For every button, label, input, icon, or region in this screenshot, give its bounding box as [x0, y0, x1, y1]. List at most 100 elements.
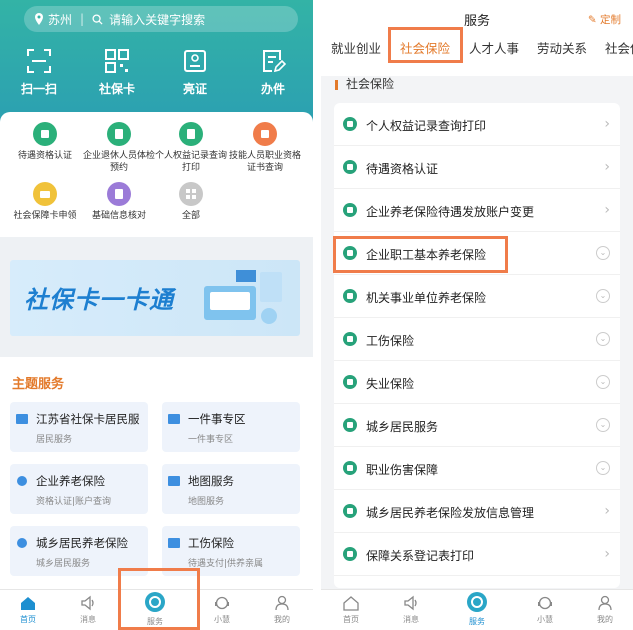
theme-card-name: 江苏省社保卡居民服 — [36, 412, 140, 426]
service-item-icon — [343, 117, 357, 131]
speaker-icon — [404, 595, 417, 611]
nav-messages[interactable]: 消息 — [68, 595, 108, 625]
city-label[interactable]: 苏州 — [48, 11, 72, 28]
theme-card-sub: 居民服务 — [36, 435, 73, 445]
list-item[interactable]: 失业保险 ⌄ — [334, 361, 620, 404]
theme-card-name: 工伤保险 — [188, 536, 234, 550]
list-item-label: 企业养老保险待遇发放账户变更 — [366, 205, 535, 219]
nav-assistant[interactable]: 小慧 — [202, 595, 242, 625]
show-id-label: 亮证 — [182, 82, 207, 96]
theme-services: 主题服务 江苏省社保卡居民服 居民服务 一件事专区 一件事专区 企业养老保险 资… — [0, 357, 313, 589]
more-icon — [179, 182, 203, 206]
bottom-nav: 首页 消息 服务 小慧 我的 — [321, 589, 633, 630]
grid-item-skill-certificate[interactable]: 技能人员职业资格证书查询 — [226, 122, 304, 174]
list-item[interactable]: 企业养老保险待遇发放账户变更 › — [334, 189, 620, 232]
list-item[interactable]: 城乡居民服务 ⌄ — [334, 404, 620, 447]
tasks-button[interactable]: 办件 — [234, 48, 312, 97]
search-icon — [92, 13, 103, 25]
nav-label: 服务 — [469, 617, 485, 626]
certificate-icon — [253, 122, 277, 146]
theme-card-map[interactable]: 地图服务 地图服务 — [162, 464, 300, 514]
grid-item-label: 企业退休人员体检预约 — [82, 151, 155, 173]
grid-item-card-apply[interactable]: 社会保障卡申领 — [6, 182, 84, 222]
qrcode-icon — [105, 49, 129, 73]
service-item-icon — [343, 332, 357, 346]
search-bar[interactable]: 苏州 | 请输入关键字搜索 — [24, 6, 298, 32]
social-card-button[interactable]: 社保卡 — [78, 48, 156, 97]
scan-label: 扫一扫 — [20, 82, 57, 96]
chevron-right-icon: › — [604, 116, 610, 132]
services-header: 服务 ✎ 定制 就业创业 社会保险 人才人事 劳动关系 社会保 — [321, 0, 633, 76]
info-check-icon — [107, 182, 131, 206]
grid-item-benefit-qualification[interactable]: 待遇资格认证 — [6, 122, 84, 162]
nav-assistant[interactable]: 小慧 — [525, 595, 565, 625]
list-item-label: 失业保险 — [366, 377, 415, 391]
tab-labor-relations[interactable]: 劳动关系 — [537, 38, 587, 57]
nav-services[interactable]: 服务 — [457, 592, 497, 627]
theme-card-name: 一件事专区 — [188, 412, 246, 426]
scan-button[interactable]: 扫一扫 — [0, 48, 78, 97]
service-item-icon — [343, 203, 357, 217]
grid-item-info-check[interactable]: 基础信息核对 — [80, 182, 158, 222]
nav-label: 小慧 — [214, 615, 230, 624]
list-item-label: 保障关系登记表打印 — [366, 549, 475, 563]
search-placeholder: 请输入关键字搜索 — [109, 12, 206, 27]
customize-label: 定制 — [600, 14, 621, 26]
grid-item-all[interactable]: 全部 — [152, 182, 230, 222]
theme-card-one-thing[interactable]: 一件事专区 一件事专区 — [162, 402, 300, 452]
grid-item-label: 个人权益记录查询打印 — [154, 151, 227, 173]
nav-label: 首页 — [343, 615, 359, 624]
grid-item-rights-record[interactable]: 个人权益记录查询打印 — [152, 122, 230, 174]
chevron-right-icon: › — [604, 202, 610, 218]
card-icon — [16, 414, 28, 424]
nav-label: 我的 — [274, 615, 290, 624]
person-icon — [168, 414, 180, 424]
speaker-icon — [81, 595, 94, 611]
list-item-label: 工伤保险 — [366, 334, 415, 348]
person-icon — [168, 538, 180, 548]
assistant-icon — [215, 596, 229, 610]
home-icon — [21, 597, 35, 610]
quick-services: 待遇资格认证 企业退休人员体检预约 个人权益记录查询打印 技能人员职业资格证书查… — [0, 112, 313, 237]
nav-home[interactable]: 首页 — [331, 595, 371, 625]
list-item[interactable]: 保障关系登记表打印 › — [334, 533, 620, 576]
people-icon — [17, 538, 27, 548]
nav-mine[interactable]: 我的 — [585, 595, 625, 625]
theme-card-jiangsu-resident[interactable]: 江苏省社保卡居民服 居民服务 — [10, 402, 148, 452]
tab-talent[interactable]: 人才人事 — [469, 38, 519, 57]
search-divider: | — [80, 12, 85, 26]
grid-item-retiree-checkup[interactable]: 企业退休人员体检预约 — [80, 122, 158, 174]
service-item-icon — [343, 547, 357, 561]
theme-card-name: 企业养老保险 — [36, 474, 105, 488]
show-id-button[interactable]: 亮证 — [156, 48, 234, 97]
card-icon — [33, 182, 57, 206]
user-icon — [598, 595, 612, 611]
nav-home[interactable]: 首页 — [8, 595, 48, 625]
nav-messages[interactable]: 消息 — [391, 595, 431, 625]
clipboard-icon — [107, 122, 131, 146]
edit-pencil-icon: ✎ — [587, 14, 600, 26]
tab-employment[interactable]: 就业创业 — [331, 38, 381, 57]
nav-mine[interactable]: 我的 — [262, 595, 302, 625]
list-item[interactable]: 工伤保险 ⌄ — [334, 318, 620, 361]
section-title: 社会保险 — [335, 75, 394, 92]
list-item[interactable]: 待遇资格认证 › — [334, 146, 620, 189]
list-item-label: 城乡居民养老保险发放信息管理 — [366, 506, 535, 520]
service-item-icon — [343, 160, 357, 174]
tab-social-more[interactable]: 社会保 — [605, 38, 633, 57]
list-item[interactable]: 职业伤害保障 ⌄ — [334, 447, 620, 490]
highlight-services-nav — [118, 568, 200, 630]
edit-doc-icon — [263, 50, 286, 73]
grid-item-label: 全部 — [181, 211, 200, 221]
theme-card-enterprise-pension[interactable]: 企业养老保险 资格认证|账户查询 — [10, 464, 148, 514]
list-item[interactable]: 机关事业单位养老保险 ⌄ — [334, 275, 620, 318]
service-item-icon — [343, 461, 357, 475]
grid-item-label: 社会保障卡申领 — [13, 211, 77, 221]
social-card-banner[interactable]: 社保卡一卡通 — [10, 260, 300, 336]
nav-label: 消息 — [403, 615, 419, 624]
customize-button[interactable]: ✎ 定制 — [588, 12, 621, 27]
list-item[interactable]: 城乡居民养老保险发放信息管理 › — [334, 490, 620, 533]
home-screen: 苏州 | 请输入关键字搜索 扫一扫 社保卡 亮证 办件 待遇资格认证 企业退休人… — [0, 0, 313, 630]
panel-divider — [313, 0, 321, 630]
list-item[interactable]: 个人权益记录查询打印 › — [334, 103, 620, 146]
